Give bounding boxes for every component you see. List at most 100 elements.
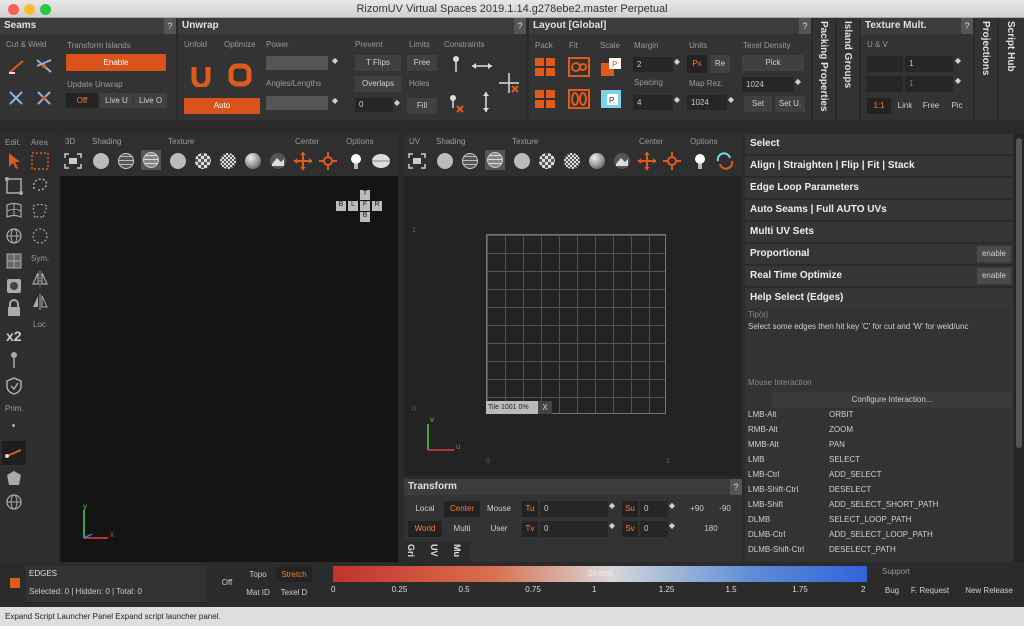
uv-frame-view-icon[interactable]: [407, 151, 427, 171]
texture-pattern-icon[interactable]: [268, 151, 288, 171]
edge-mode-icon[interactable]: [4, 201, 24, 221]
spacing-stepper[interactable]: ◆: [673, 95, 681, 110]
holes-fill-button[interactable]: Fill: [407, 98, 437, 114]
overlaps-button[interactable]: Overlaps: [355, 76, 401, 92]
translate-v-stepper[interactable]: ◆: [608, 521, 616, 537]
scrollbar-thumb[interactable]: [1016, 138, 1022, 448]
cut-seam-icon[interactable]: [6, 88, 26, 108]
uv-center-selection-icon[interactable]: [662, 151, 682, 171]
texel-density-stepper[interactable]: ◆: [794, 77, 802, 92]
uv-texture-checker-fine-icon[interactable]: [562, 151, 582, 171]
texture-checker-fine-icon[interactable]: [218, 151, 238, 171]
uv-shading-wire-solid-icon[interactable]: [485, 150, 505, 170]
uv-texture-off-icon[interactable]: [512, 151, 532, 171]
feature-request-button[interactable]: F. Request: [906, 584, 954, 598]
zoom-window-button[interactable]: [40, 4, 51, 15]
mesh-mode-icon[interactable]: [4, 251, 24, 271]
transform-center-button[interactable]: Center: [444, 501, 480, 517]
fit-icon[interactable]: [567, 56, 591, 78]
angles-lengths-stepper[interactable]: ◆: [331, 96, 339, 110]
translate-v-field[interactable]: 0: [540, 521, 608, 537]
paint-select-icon[interactable]: [30, 201, 50, 221]
point-primitive-icon[interactable]: [12, 424, 15, 427]
pack-icon[interactable]: [533, 56, 557, 78]
bug-report-button[interactable]: Bug: [880, 584, 904, 598]
center-selection-icon[interactable]: [318, 151, 338, 171]
margin-stepper[interactable]: ◆: [673, 57, 681, 72]
uv-sync-options-icon[interactable]: [715, 151, 735, 171]
gizmo-back[interactable]: B: [336, 201, 346, 211]
overlaps-value-stepper[interactable]: ◆: [393, 98, 401, 112]
rotate-plus-90-button[interactable]: +90: [684, 501, 710, 517]
map-rez-field[interactable]: 1024: [687, 95, 727, 110]
edge-loop-parameters-section[interactable]: Edge Loop Parameters: [745, 178, 1013, 198]
packing-properties-tab[interactable]: Packing Properties: [813, 18, 835, 120]
shield-icon[interactable]: [4, 376, 24, 396]
texture-off-icon[interactable]: [168, 151, 188, 171]
script-hub-tab[interactable]: Script Hub: [999, 18, 1024, 120]
pin-tool-icon[interactable]: [4, 350, 24, 370]
multiply-x2-button[interactable]: x2: [6, 328, 22, 344]
v-link-field[interactable]: [867, 76, 903, 92]
scale-u-field[interactable]: 0: [640, 501, 668, 517]
scale-texel-icon[interactable]: P: [599, 88, 623, 110]
margin-field[interactable]: 2: [633, 57, 673, 72]
unwrap-help-button[interactable]: ?: [514, 18, 526, 34]
u-mult-field[interactable]: 1: [905, 56, 953, 72]
scale-v-stepper[interactable]: ◆: [668, 521, 676, 537]
units-px-button[interactable]: Px: [687, 55, 707, 73]
overlaps-value-field[interactable]: 0: [355, 98, 393, 112]
horizontal-constraint-icon[interactable]: [470, 56, 494, 76]
uv-shading-wire-icon[interactable]: [460, 151, 480, 171]
update-unwrap-off-button[interactable]: Off: [66, 93, 98, 108]
tab-uv[interactable]: UV: [429, 544, 439, 557]
new-release-button[interactable]: New Release: [958, 584, 1020, 598]
texture-mult-help-button[interactable]: ?: [961, 18, 973, 34]
texture-image-icon[interactable]: [243, 151, 263, 171]
multi-uv-sets-section[interactable]: Multi UV Sets: [745, 222, 1013, 242]
transform-islands-enable-button[interactable]: Enable: [66, 54, 166, 71]
uv-texture-checker-icon[interactable]: [537, 151, 557, 171]
tab-grid[interactable]: Gri: [406, 544, 416, 557]
live-u-button[interactable]: Live U: [100, 93, 133, 108]
auto-seams-section[interactable]: Auto Seams | Full AUTO UVs: [745, 200, 1013, 220]
display-mat-id-button[interactable]: Mat ID: [242, 585, 274, 600]
texel-set-button[interactable]: Set: [744, 96, 772, 112]
proportional-section[interactable]: Proportional: [745, 244, 1013, 264]
live-o-button[interactable]: Live O: [134, 93, 167, 108]
scale-icon[interactable]: P: [599, 56, 623, 78]
shading-solid-icon[interactable]: [91, 151, 111, 171]
angles-lengths-slider[interactable]: [266, 96, 328, 110]
display-texel-d-button[interactable]: Texel D: [276, 585, 312, 600]
map-rez-stepper[interactable]: ◆: [727, 95, 735, 110]
display-off-button[interactable]: Off: [216, 576, 238, 590]
unfold-icon[interactable]: [188, 62, 214, 88]
power-stepper[interactable]: ◆: [331, 56, 339, 70]
projections-tab[interactable]: Projections: [975, 18, 997, 120]
shading-wire-solid-icon[interactable]: [141, 150, 161, 170]
symmetry-icon[interactable]: [30, 269, 50, 289]
light-bulb-icon[interactable]: [346, 151, 366, 171]
transform-multi-button[interactable]: Multi: [444, 521, 480, 537]
close-window-button[interactable]: [8, 4, 19, 15]
power-slider[interactable]: [266, 56, 328, 70]
layout-help-button[interactable]: ?: [799, 18, 811, 34]
select-section[interactable]: Select: [745, 134, 1013, 154]
units-re-button[interactable]: Re: [710, 55, 730, 73]
configure-interaction-button[interactable]: Configure Interaction...: [772, 392, 1012, 408]
uv-texture-pattern-icon[interactable]: [612, 151, 632, 171]
minimize-window-button[interactable]: [24, 4, 35, 15]
rotate-minus-90-button[interactable]: -90: [712, 501, 738, 517]
viewport-3d[interactable]: 3D Shading Texture Center Options T B L …: [60, 134, 398, 562]
u-mult-stepper[interactable]: ◆: [954, 56, 962, 72]
pin-remove-icon[interactable]: [446, 94, 466, 114]
gizmo-right[interactable]: R: [372, 201, 382, 211]
free-button[interactable]: Free: [919, 98, 943, 114]
proportional-enable-button[interactable]: enable: [977, 246, 1011, 262]
transform-mouse-button[interactable]: Mouse: [482, 501, 516, 517]
optimize-icon[interactable]: [227, 62, 253, 88]
uv-light-bulb-icon[interactable]: [690, 151, 710, 171]
texture-checker-icon[interactable]: [193, 151, 213, 171]
symmetry-local-icon[interactable]: [30, 292, 50, 312]
limits-free-button[interactable]: Free: [407, 55, 437, 71]
